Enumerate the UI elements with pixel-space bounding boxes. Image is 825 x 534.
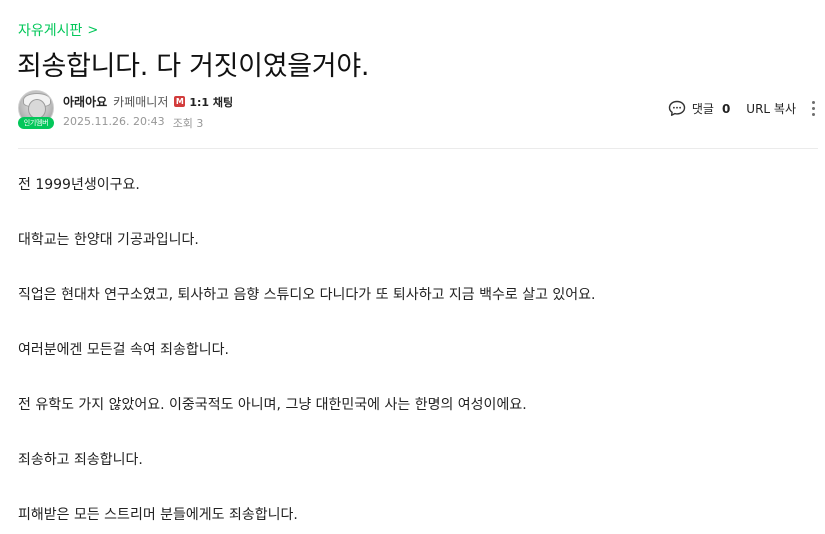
body-paragraph: 피해받은 모든 스트리머 분들에게도 죄송합니다. — [18, 507, 298, 523]
article-body: 전 1999년생이구요. 대학교는 한양대 기공과입니다. 직업은 현대차 연구… — [18, 176, 808, 524]
cafe-article-page: 자유게시판 > 죄송합니다. 다 거짓이였을거야. 인기멤버 아래아요 카페매니… — [0, 0, 825, 534]
member-level-badge: 인기멤버 — [18, 117, 54, 129]
breadcrumb-board-link[interactable]: 자유게시판 > — [18, 20, 98, 40]
comment-count: 0 — [721, 101, 731, 116]
body-paragraph: 전 유학도 가지 않았어요. 이중국적도 아니며, 그냥 대한민국에 사는 한명… — [18, 397, 527, 413]
view-count: 조회 3 — [172, 117, 204, 130]
page-title: 죄송합니다. 다 거짓이였을거야. — [17, 51, 370, 82]
header-divider — [18, 148, 818, 149]
body-paragraph: 직업은 현대차 연구소였고, 퇴사하고 음향 스튜디오 다니다가 또 퇴사하고 … — [18, 287, 596, 303]
author-profile: 인기멤버 아래아요 카페매니저 M 1:1 채팅 2025.11.26. 20:… — [18, 90, 818, 132]
avatar[interactable]: 인기멤버 — [18, 90, 54, 130]
dot — [811, 101, 815, 104]
body-paragraph: 전 1999년생이구요. — [18, 177, 140, 193]
author-name[interactable]: 아래아요 — [63, 93, 107, 110]
author-role: 카페매니저 — [113, 95, 169, 109]
vertical-dots-icon[interactable] — [808, 99, 818, 118]
speech-bubble-icon — [668, 100, 686, 117]
post-date: 2025.11.26. 20:43 — [63, 115, 165, 128]
board-name: 자유게시판 — [18, 23, 83, 39]
dot — [811, 107, 815, 110]
body-paragraph: 죄송하고 죄송합니다. — [18, 452, 143, 468]
body-paragraph: 여러분에겐 모든걸 속여 죄송합니다. — [18, 342, 229, 358]
manager-icon: M — [174, 96, 186, 107]
one-to-one-chat-button[interactable]: 1:1 채팅 — [189, 94, 233, 110]
body-paragraph: 대학교는 한양대 기공과입니다. — [18, 232, 199, 248]
url-copy-button[interactable]: URL 복사 — [746, 100, 796, 117]
comment-button[interactable]: 댓글 0 — [668, 100, 730, 117]
avatar-face — [28, 99, 46, 119]
chevron-right-icon: > — [87, 22, 99, 38]
article-tools: 댓글 0 URL 복사 — [668, 99, 818, 118]
dot — [811, 113, 815, 116]
author-line: 아래아요 카페매니저 M 1:1 채팅 — [63, 93, 233, 110]
comment-label: 댓글 — [691, 102, 714, 116]
post-meta: 2025.11.26. 20:43 조회 3 — [63, 115, 203, 131]
